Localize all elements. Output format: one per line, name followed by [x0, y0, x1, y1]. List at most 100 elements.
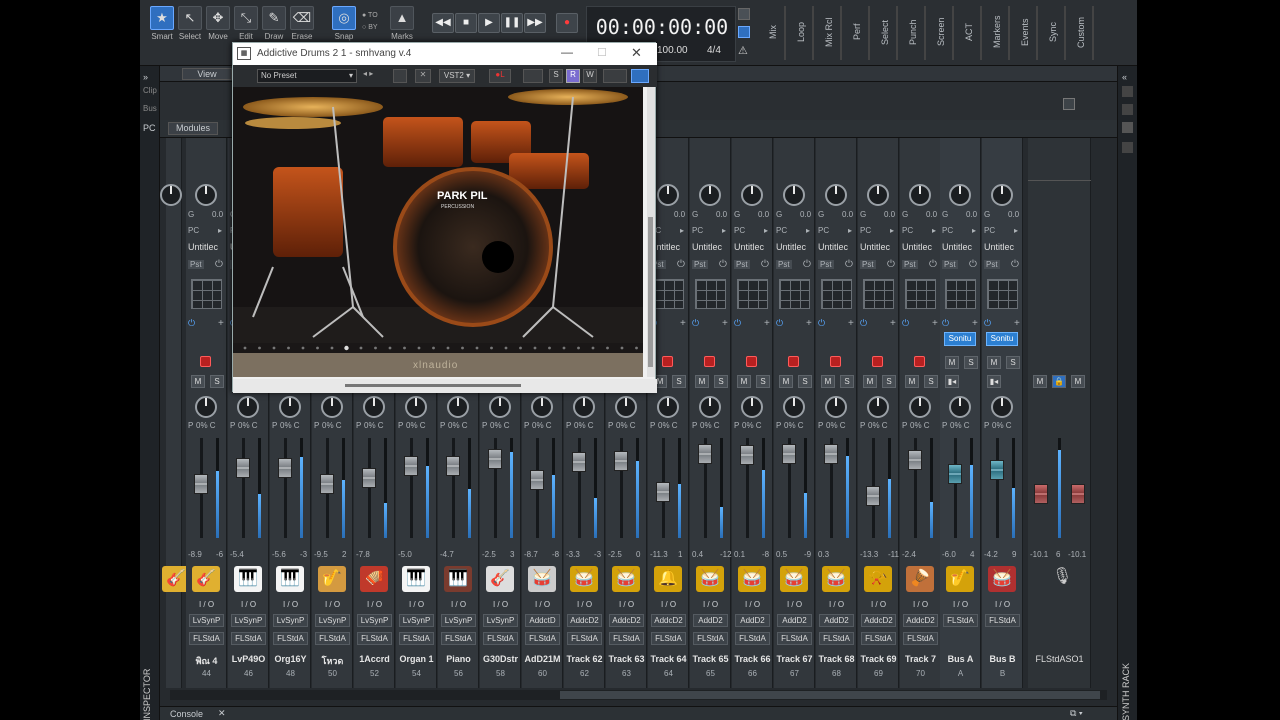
kit-nav-dot[interactable] [519, 346, 522, 350]
track-name[interactable]: โหวด [312, 654, 353, 668]
delete-icon[interactable]: ✕ [415, 69, 431, 83]
output-field[interactable]: FLStdA [651, 632, 686, 645]
instrument-piano-icon[interactable]: 🎹 [276, 566, 304, 592]
track-name[interactable]: Bus A [940, 654, 981, 664]
output-field[interactable]: FLStdA [861, 632, 896, 645]
pan-knob[interactable] [991, 396, 1013, 418]
instrument-guitar2-icon[interactable]: 🎸 [486, 566, 514, 592]
power-icon[interactable]: ⏻ [887, 259, 895, 270]
patch-name[interactable]: Untitlec [734, 242, 764, 252]
kit-nav-dot[interactable] [577, 346, 580, 350]
gain-knob[interactable] [699, 184, 721, 206]
input-field[interactable]: AddcD2 [567, 614, 602, 627]
preset-button[interactable]: Pst [860, 260, 876, 269]
instrument-drumkit2-icon[interactable]: 🥁 [988, 566, 1016, 592]
read-automation-button[interactable]: R [566, 69, 580, 83]
pan-knob[interactable] [573, 396, 595, 418]
output-field[interactable]: FLStdA [483, 632, 518, 645]
output-field[interactable]: FLStdA [231, 632, 266, 645]
master-lock-icon[interactable]: 🔒 [1052, 375, 1066, 388]
plugin-vscroll[interactable] [647, 87, 655, 377]
crash-cymbal[interactable] [243, 97, 383, 117]
kit-nav-dot[interactable] [606, 346, 609, 350]
preset-button[interactable]: Pst [818, 260, 834, 269]
kit-nav-dot[interactable] [432, 346, 435, 350]
preset-button[interactable]: Pst [692, 260, 708, 269]
master-fader-right[interactable] [1071, 484, 1085, 504]
eq-graph[interactable] [191, 279, 222, 309]
instrument-piano-icon[interactable]: 🎹 [234, 566, 262, 592]
add-fx-icon[interactable]: + [932, 318, 938, 329]
instrument-cymbal-icon[interactable]: 🔔 [654, 566, 682, 592]
gain-knob[interactable] [195, 184, 217, 206]
track-name[interactable]: Bus B [982, 654, 1023, 664]
input-field[interactable]: AddD2 [819, 614, 854, 627]
volume-fader[interactable] [320, 474, 334, 494]
kit-nav-dot[interactable] [374, 346, 377, 350]
pan-knob[interactable] [279, 396, 301, 418]
fx-power-icon[interactable]: ⏻ [902, 318, 909, 329]
output-field[interactable]: FLStdA [985, 614, 1020, 627]
record-arm-button[interactable] [200, 356, 211, 367]
volume-fader[interactable] [404, 456, 418, 476]
track-name[interactable]: Track 64 [648, 654, 689, 664]
volume-fader[interactable] [446, 456, 460, 476]
add-fx-icon[interactable]: + [806, 318, 812, 329]
add-fx-icon[interactable]: + [218, 318, 224, 329]
pan-knob[interactable] [363, 396, 385, 418]
window-options-icon[interactable]: ⧉ ▾ [1070, 708, 1083, 719]
volume-fader[interactable] [656, 482, 670, 502]
sidechain-button[interactable]: S [549, 69, 563, 83]
output-field[interactable]: FLStdA [819, 632, 854, 645]
gain-knob[interactable] [160, 184, 182, 206]
instrument-horn-icon[interactable]: 📯 [864, 566, 892, 592]
instrument-tom-icon[interactable]: 🥁 [822, 566, 850, 592]
record-arm-button[interactable] [704, 356, 715, 367]
track-name[interactable]: AdD21M [522, 654, 563, 664]
track-name[interactable]: Track 65 [690, 654, 731, 664]
pan-knob[interactable] [699, 396, 721, 418]
keyboard-icon[interactable] [603, 69, 627, 83]
volume-fader[interactable] [614, 451, 628, 471]
plugin-hscroll[interactable] [233, 379, 657, 393]
preset-button[interactable]: Pst [188, 260, 204, 269]
input-field[interactable]: AddcD2 [609, 614, 644, 627]
solo-button[interactable]: S [1006, 356, 1020, 369]
instrument-snare-icon[interactable]: 🥁 [612, 566, 640, 592]
mute-button[interactable]: M [695, 375, 709, 388]
fx-power-icon[interactable]: ⏻ [776, 318, 783, 329]
add-fx-icon[interactable]: + [972, 318, 978, 329]
instrument-tom-icon[interactable]: 🥁 [780, 566, 808, 592]
solo-button[interactable]: S [672, 375, 686, 388]
output-field[interactable]: FLStdA [777, 632, 812, 645]
sonitu-fx-slot[interactable]: Sonitu [986, 332, 1018, 346]
instrument-tom-icon[interactable]: 🥁 [696, 566, 724, 592]
add-fx-icon[interactable]: + [722, 318, 728, 329]
input-field[interactable]: LvSynP [273, 614, 308, 627]
volume-fader[interactable] [236, 458, 250, 478]
play-icon[interactable]: ▸ [932, 226, 936, 235]
preset-dropdown[interactable]: No Preset ▾ [257, 69, 357, 83]
track-name[interactable]: Track 63 [606, 654, 647, 664]
console-hscroll[interactable] [170, 690, 1107, 700]
solo-button[interactable]: S [882, 375, 896, 388]
output-field[interactable]: FLStdA [609, 632, 644, 645]
patch-name[interactable]: Untitlec [942, 242, 972, 252]
output-field[interactable]: FLStdA [441, 632, 476, 645]
kit-nav-dot[interactable] [475, 346, 479, 350]
solo-button[interactable]: S [756, 375, 770, 388]
mute-button[interactable]: M [779, 375, 793, 388]
record-automation-icon[interactable]: ●L [489, 69, 511, 83]
output-field[interactable]: FLStdA [315, 632, 350, 645]
play-icon[interactable]: ▸ [1014, 226, 1018, 235]
output-field[interactable]: FLStdA [357, 632, 392, 645]
preset-button[interactable]: Pst [734, 260, 750, 269]
pin-icon[interactable] [631, 69, 649, 83]
gain-knob[interactable] [741, 184, 763, 206]
kit-nav-dot[interactable] [388, 346, 392, 350]
master-mute-button[interactable]: M [1033, 375, 1047, 388]
volume-fader[interactable] [488, 449, 502, 469]
output-field[interactable]: FLStdA [943, 614, 978, 627]
gain-knob[interactable] [991, 184, 1013, 206]
write-automation-button[interactable]: W [583, 69, 597, 83]
